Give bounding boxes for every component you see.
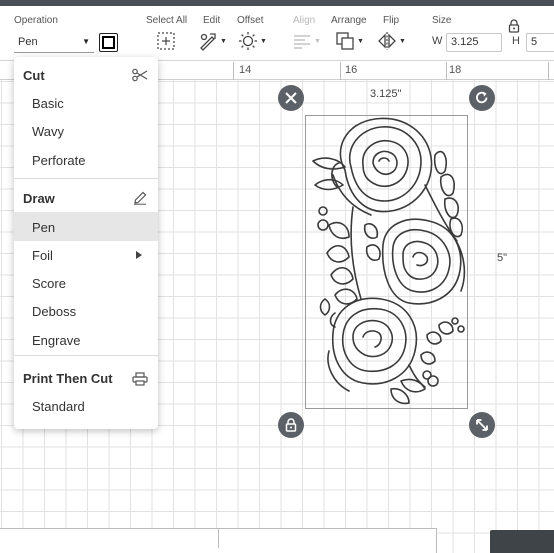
caret-down-icon: ▼ — [399, 37, 406, 45]
flip-label: Flip — [383, 15, 400, 26]
caret-down-icon: ▼ — [82, 37, 90, 46]
caret-down-icon: ▼ — [260, 37, 267, 45]
close-icon — [285, 92, 297, 104]
caret-down-icon: ▼ — [314, 37, 321, 45]
edit-tools-icon — [200, 33, 216, 51]
menu-item-wavy[interactable]: Wavy — [32, 124, 64, 139]
height-input[interactable]: 5 — [526, 33, 554, 52]
arrange-button[interactable]: ▼ — [335, 30, 364, 52]
menu-item-foil[interactable]: Foil — [32, 248, 53, 263]
pencil-icon — [134, 191, 147, 205]
scissors-icon — [132, 68, 148, 82]
flip-icon — [378, 32, 396, 50]
offset-label: Offset — [237, 15, 264, 26]
chevron-right-icon — [136, 251, 142, 259]
menu-divider — [14, 355, 158, 356]
bottom-panel-divider — [218, 528, 219, 548]
operation-dropdown-menu: Cut Basic Wavy Perforate Draw Pen Foil S… — [14, 57, 158, 429]
ruler-mark-16: 16 — [345, 64, 358, 76]
align-button[interactable]: ▼ — [292, 30, 321, 52]
caret-down-icon: ▼ — [220, 37, 227, 45]
edit-toolbar: Operation Pen ▼ Select All Edit ▼ Offset — [0, 6, 554, 61]
offset-icon — [239, 32, 257, 50]
width-input[interactable]: 3.125 — [446, 33, 502, 52]
rotate-icon — [476, 91, 488, 104]
draw-heading: Draw — [23, 191, 55, 206]
height-letter: H — [512, 35, 520, 47]
align-icon — [294, 35, 310, 49]
menu-item-deboss[interactable]: Deboss — [32, 304, 76, 319]
ruler-tick — [446, 62, 447, 80]
cut-heading: Cut — [23, 68, 45, 83]
menu-item-engrave[interactable]: Engrave — [32, 333, 80, 348]
offset-button[interactable]: ▼ — [238, 30, 267, 52]
delete-object-handle[interactable] — [278, 85, 304, 111]
pen-color-swatch[interactable] — [99, 33, 118, 52]
resize-object-handle[interactable] — [469, 412, 495, 438]
operation-label: Operation — [14, 15, 58, 26]
menu-item-pen[interactable]: Pen — [32, 220, 55, 235]
size-label: Size — [432, 15, 452, 26]
printer-icon — [132, 372, 148, 386]
lock-icon[interactable] — [508, 19, 520, 33]
object-height-label: 5" — [497, 252, 508, 264]
select-all-label: Select All — [146, 15, 188, 26]
bottom-action-button[interactable] — [490, 530, 554, 553]
caret-down-icon: ▼ — [357, 37, 364, 45]
operation-select[interactable]: Pen ▼ — [14, 33, 94, 53]
menu-item-basic[interactable]: Basic — [32, 96, 64, 111]
resize-diagonal-icon — [476, 419, 488, 431]
print-then-cut-heading: Print Then Cut — [23, 371, 113, 386]
align-label: Align — [293, 15, 316, 26]
rotate-object-handle[interactable] — [469, 85, 495, 111]
menu-item-perforate[interactable]: Perforate — [32, 153, 85, 168]
object-width-label: 3.125" — [370, 88, 402, 100]
menu-divider — [14, 178, 158, 179]
flip-button[interactable]: ▼ — [377, 30, 406, 52]
select-all-button[interactable] — [156, 30, 176, 52]
ruler-mark-14: 14 — [239, 64, 252, 76]
width-letter: W — [432, 35, 443, 47]
lock-proportions-handle[interactable] — [278, 412, 304, 438]
operation-value: Pen — [18, 36, 38, 48]
arrange-label: Arrange — [331, 15, 367, 26]
lock-icon — [285, 418, 297, 432]
edit-button[interactable]: ▼ — [198, 30, 227, 52]
ruler-tick — [548, 62, 549, 80]
ruler-tick — [233, 62, 234, 80]
arrange-icon — [336, 32, 354, 50]
ruler-mark-18: 18 — [449, 64, 462, 76]
ruler-tick — [340, 62, 341, 80]
menu-item-standard[interactable]: Standard — [32, 399, 85, 414]
select-all-icon — [157, 32, 175, 50]
edit-label: Edit — [203, 15, 221, 26]
menu-item-score[interactable]: Score — [32, 276, 66, 291]
rose-line-art-image[interactable] — [305, 115, 468, 409]
